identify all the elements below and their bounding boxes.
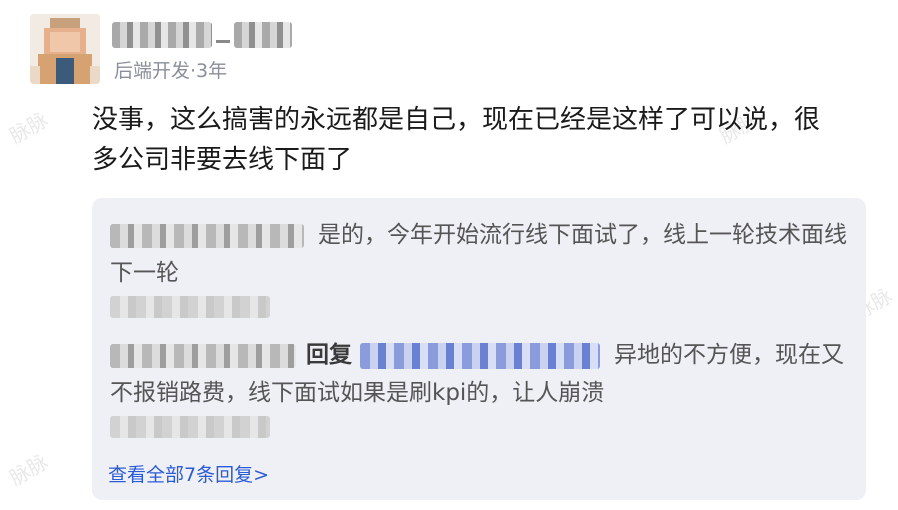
avatar[interactable] (30, 14, 100, 84)
post-content: 没事，这么搞害的永远都是自己，现在已经是这样了可以说，很多公司非要去线下面了 (92, 105, 821, 175)
username-blurred[interactable] (112, 22, 294, 48)
reply-author-blurred[interactable] (110, 223, 304, 248)
reply-label: 回复 (306, 342, 352, 368)
watermark: 脉脉 (5, 107, 53, 149)
reply-item: 是的，今年开始流行线下面试了，线上一轮技术面线下一轮 (110, 216, 850, 292)
reply-item: 回复 异地的不方便，现在又不报销路费，线下面试如果是刷kpi的，让人崩溃 (110, 336, 850, 412)
reply-time-blurred (110, 416, 270, 438)
author-meta: 后端开发·3年 (114, 60, 228, 82)
reply-author-blurred[interactable] (110, 343, 296, 368)
reply-target-blurred[interactable] (360, 342, 600, 369)
watermark: 脉脉 (5, 449, 53, 491)
reply-time-blurred (110, 296, 270, 318)
view-all-replies-link[interactable]: 查看全部7条回复> (108, 460, 269, 487)
replies-panel: 是的，今年开始流行线下面试了，线上一轮技术面线下一轮 回复 异地的不方便，现在又不… (92, 198, 866, 500)
